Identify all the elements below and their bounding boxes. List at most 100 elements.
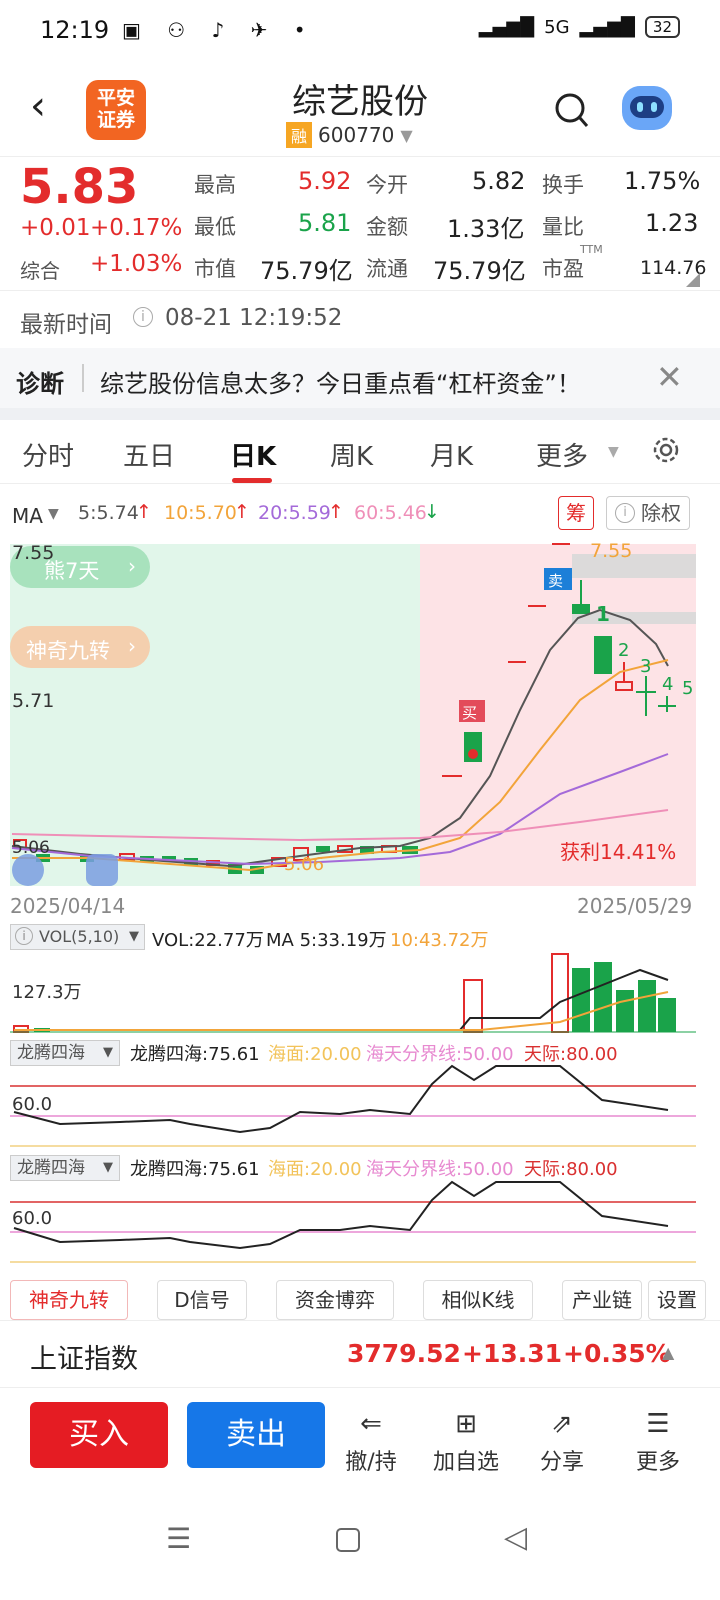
index-name: 上证指数 — [30, 1344, 138, 1375]
float-label: 流通 — [366, 257, 408, 281]
pe-ttm-sup: TTM — [580, 243, 603, 256]
arrow-up-icon: ↑ — [234, 501, 250, 523]
tool-settings[interactable]: 设置 — [648, 1280, 706, 1320]
add-watchlist-label: 加自选 — [432, 1450, 499, 1475]
pe-label: 市盈 — [542, 257, 584, 281]
stock-code-row[interactable]: 融 600770 ▼ — [286, 122, 413, 148]
add-watchlist-button[interactable]: ⊞ 加自选 — [426, 1404, 506, 1476]
ma-selector[interactable]: MA — [12, 504, 43, 528]
stock-code: 600770 — [318, 123, 395, 147]
tool-d-signal[interactable]: D信号 — [157, 1280, 247, 1320]
notification-icons: ▣ ⚇ ♪ ✈ • — [122, 18, 316, 42]
mktcap-value: 75.79亿 — [260, 257, 353, 285]
buy-button[interactable]: 买入 — [30, 1402, 168, 1468]
tab-daily-k[interactable]: 日K — [230, 436, 276, 473]
volume-bar — [594, 962, 612, 1032]
share-icon: ⇗ — [551, 1409, 573, 1439]
diagnosis-bar[interactable]: 诊断 综艺股份信息太多？今日重点看“杠杆资金”！ ✕ — [0, 348, 720, 408]
nine-count-1: 1 — [596, 602, 610, 626]
chevron-down-icon: ▼ — [103, 1045, 113, 1060]
axis-low-label: 5.06 — [12, 838, 50, 858]
volume-bar — [616, 990, 634, 1032]
chevron-down-icon: ▼ — [129, 929, 139, 944]
expand-left-icon[interactable] — [12, 854, 44, 886]
recent-apps-icon[interactable]: ☰ — [166, 1522, 191, 1555]
signal-icon-2: ▂▄▆█ — [579, 16, 635, 38]
chevron-up-icon[interactable]: ▲ — [662, 1343, 674, 1362]
volume-selector-label: VOL(5,10) — [39, 927, 120, 946]
tab-five-day[interactable]: 五日 — [123, 436, 175, 473]
low-label: 最低 — [194, 215, 236, 239]
tool-similar-kline[interactable]: 相似K线 — [423, 1280, 533, 1320]
profit-label: 获利14.41% — [560, 840, 677, 864]
chevron-right-icon: › — [128, 634, 136, 658]
settings-gear-icon[interactable] — [650, 434, 682, 466]
chevron-right-icon: › — [128, 554, 136, 578]
tab-weekly-k[interactable]: 周K — [330, 436, 373, 473]
low-price-label: 5.06 — [284, 854, 325, 875]
tab-minute[interactable]: 分时 — [22, 436, 74, 473]
chevron-down-icon[interactable]: ▼ — [48, 506, 59, 522]
search-icon[interactable] — [554, 92, 590, 132]
index-ticker[interactable]: 上证指数 3779.52 +13.31 +0.35% ▲ — [0, 1320, 720, 1388]
volratio-value: 1.23 — [645, 209, 699, 237]
last-price: 5.83 — [20, 159, 139, 215]
chip-distribution-button[interactable]: 筹 — [558, 496, 594, 530]
volume-ma5: MA 5:33.19万 — [266, 930, 387, 951]
trade-action-bar: 买入 卖出 ⇐ 撤/持 ⊞ 加自选 ⇗ 分享 ☰ 更多 — [0, 1390, 720, 1502]
cancel-hold-label: 撤/持 — [345, 1450, 397, 1475]
sell-button[interactable]: 卖出 — [187, 1402, 325, 1468]
indicator-selector-label: 龙腾四海 — [17, 1043, 85, 1063]
high-label: 最高 — [194, 173, 236, 197]
more-label: 更多 — [635, 1450, 680, 1475]
close-icon[interactable]: ✕ — [656, 358, 683, 396]
chevron-down-icon: ▼ — [400, 125, 413, 145]
ma-legend-row: MA ▼ 5:5.74 ↑ 10:5.70 ↑ 20:5.59 ↑ 60:5.4… — [0, 492, 720, 536]
low-value: 5.81 — [298, 209, 352, 237]
margin-tag: 融 — [286, 122, 313, 148]
info-icon: i — [15, 927, 33, 945]
sell-signal-label: 卖 — [548, 572, 564, 590]
date-start: 2025/04/14 — [10, 894, 126, 918]
indicator-axis-label-2: 60.0 — [12, 1208, 53, 1229]
magic-nine-label: 神奇九转 — [26, 639, 110, 663]
home-icon[interactable] — [336, 1528, 360, 1552]
ma10-value: 10:5.70 — [164, 502, 237, 524]
index-pct: +0.35% — [563, 1339, 671, 1368]
open-value: 5.82 — [472, 167, 526, 195]
info-icon[interactable]: i — [133, 307, 153, 327]
expand-corner-icon[interactable] — [686, 273, 700, 287]
tab-monthly-k[interactable]: 月K — [430, 436, 473, 473]
ma20-value: 20:5.59 — [258, 502, 331, 524]
ex-rights-button[interactable]: i 除权 — [606, 496, 690, 530]
fullscreen-icon[interactable] — [86, 854, 118, 886]
menu-list-icon: ☰ — [646, 1409, 670, 1439]
volume-ma5-line — [14, 968, 669, 1031]
buy-signal-dot — [468, 749, 478, 759]
ai-assistant-icon[interactable] — [622, 86, 672, 130]
share-button[interactable]: ⇗ 分享 — [522, 1404, 602, 1476]
cancel-hold-button[interactable]: ⇐ 撤/持 — [331, 1404, 411, 1476]
ex-rights-label: 除权 — [641, 501, 681, 525]
volume-bar — [658, 998, 676, 1032]
battery-icon: 32 — [644, 16, 680, 38]
period-tabs: 分时 五日 日K 周K 月K 更多 ▼ — [0, 420, 720, 484]
tab-more[interactable]: 更多 — [536, 436, 588, 473]
amount-label: 金额 — [366, 215, 408, 239]
volume-bar — [638, 980, 656, 1032]
tool-magic-nine[interactable]: 神奇九转 — [10, 1280, 128, 1320]
tool-industry-chain[interactable]: 产业链 — [562, 1280, 642, 1320]
price-change: +0.01 — [20, 215, 91, 241]
tool-capital-game[interactable]: 资金博弈 — [276, 1280, 394, 1320]
latest-time-label: 最新时间 — [20, 312, 112, 338]
back-triangle-icon[interactable]: ◁ — [504, 1520, 527, 1555]
indicator-sea-1: 海面:20.00 — [268, 1044, 362, 1065]
more-button[interactable]: ☰ 更多 — [618, 1404, 698, 1476]
open-label: 今开 — [366, 173, 408, 197]
float-value: 75.79亿 — [433, 257, 526, 285]
indicator-selector-2[interactable]: 龙腾四海 ▼ — [10, 1155, 120, 1181]
indicator-boundary-1: 海天分界线:50.00 — [366, 1044, 514, 1065]
indicator-selector-1[interactable]: 龙腾四海 ▼ — [10, 1040, 120, 1066]
nine-count-3: 3 — [640, 656, 652, 677]
volume-selector[interactable]: i VOL(5,10) ▼ — [10, 924, 145, 950]
